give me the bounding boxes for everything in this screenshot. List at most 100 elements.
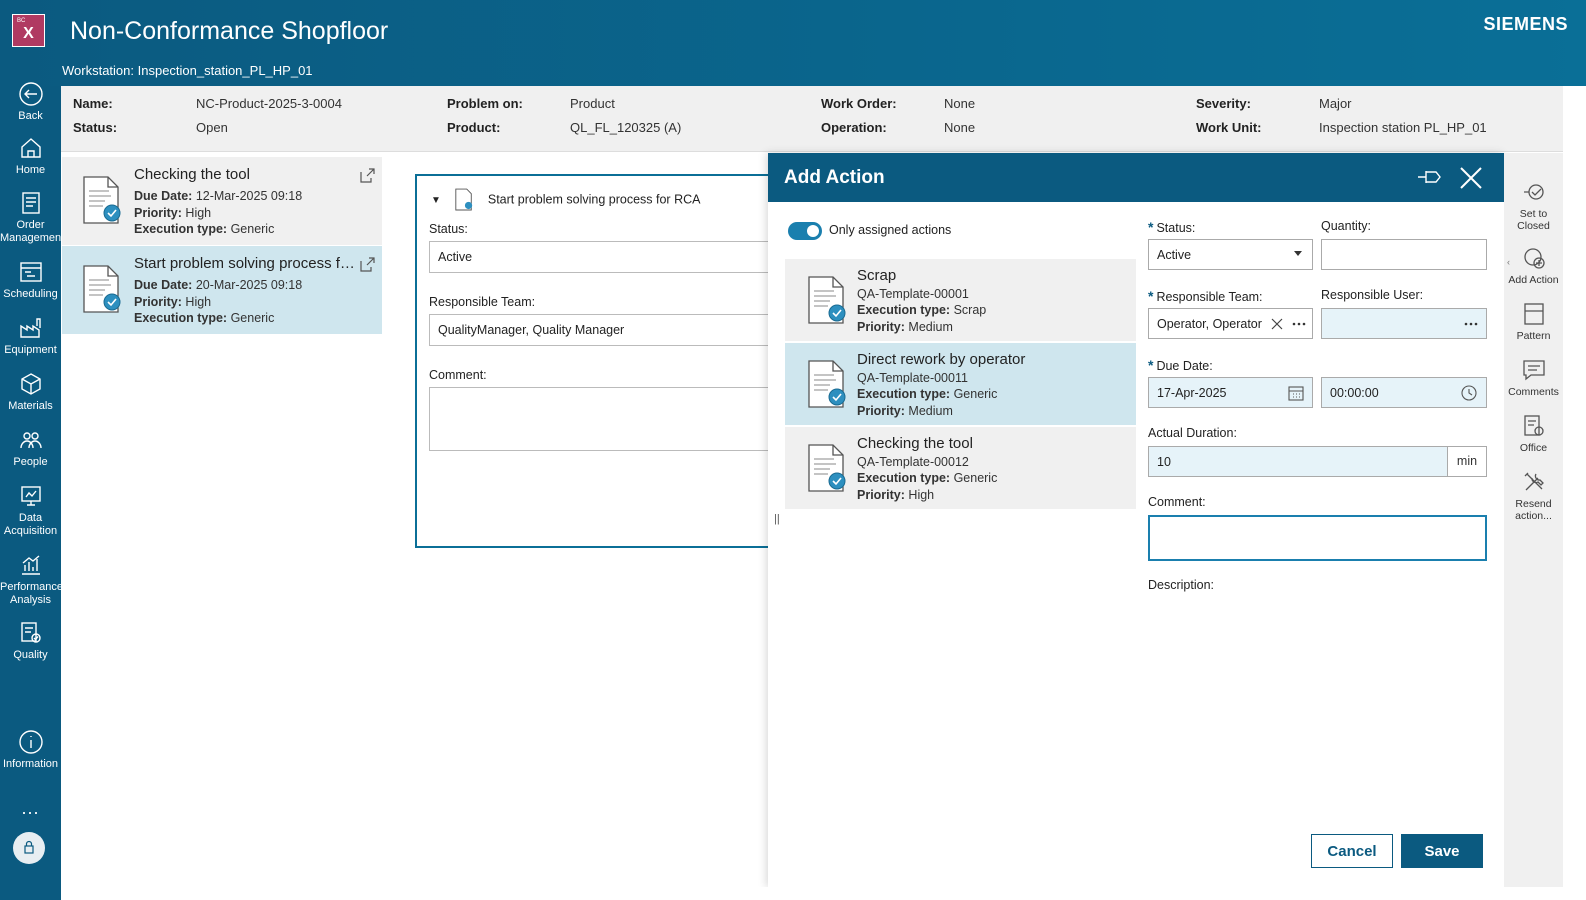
document-certificate-icon [808, 360, 846, 408]
action-title: Checking the tool [134, 166, 250, 183]
close-icon[interactable] [1458, 165, 1484, 191]
back-arrow-icon [18, 82, 43, 106]
user-lock-icon [24, 840, 34, 854]
performance-chart-icon [21, 555, 40, 575]
add-action-icon [1523, 248, 1545, 269]
clear-x-icon[interactable] [1268, 315, 1286, 333]
nav-data-acquisition[interactable]: Data Acquisition [0, 482, 61, 538]
severity-label: Severity: [1196, 96, 1251, 111]
detail-header[interactable]: ▼ Start problem solving process for RCA [431, 188, 700, 212]
collapse-triangle-icon[interactable]: ▼ [431, 195, 441, 206]
cancel-button[interactable]: Cancel [1311, 834, 1393, 868]
due-date-label: * Due Date: [1148, 357, 1213, 373]
app-title: Non-Conformance Shopfloor [70, 17, 389, 45]
panel-splitter-handle[interactable]: || [774, 513, 780, 525]
detail-comment-label: Comment: [429, 368, 487, 382]
status-dropdown[interactable]: Active [1148, 239, 1313, 270]
brand-logo: SIEMENS [1483, 14, 1568, 34]
nav-scheduling[interactable]: Scheduling [0, 258, 61, 301]
template-title: Direct rework by operator [857, 351, 1026, 368]
nav-people[interactable]: People [0, 426, 61, 469]
nav-more-button[interactable]: ... [0, 798, 61, 819]
user-avatar[interactable] [13, 832, 45, 864]
left-navigation: Back Home Order Management Scheduling Eq… [0, 82, 64, 900]
comments-icon [1522, 360, 1545, 381]
due-time-input[interactable]: 00:00:00 [1321, 377, 1487, 408]
dialog-header: Add Action [768, 153, 1504, 202]
duration-label: Actual Duration: [1148, 426, 1237, 440]
nav-order-management[interactable]: Order Management [0, 189, 64, 245]
duration-input[interactable]: 10 [1148, 446, 1448, 477]
detail-comment-field[interactable] [429, 387, 779, 451]
materials-cube-icon [20, 373, 41, 395]
comments-button[interactable]: Comments [1504, 357, 1563, 398]
dialog-title: Add Action [784, 167, 885, 188]
team-selector[interactable]: Operator, Operator [1148, 308, 1313, 339]
office-button[interactable]: Office [1504, 413, 1563, 454]
check-closed-icon [1523, 184, 1544, 200]
pin-icon[interactable] [1416, 167, 1442, 187]
people-icon [19, 432, 42, 449]
status-label: Status: [73, 120, 118, 135]
pattern-icon [1523, 303, 1544, 325]
due-date-input[interactable]: 17-Apr-2025 [1148, 377, 1313, 408]
open-external-icon[interactable] [358, 256, 376, 274]
work-order-label: Work Order: [821, 96, 897, 111]
information-icon [18, 730, 43, 754]
template-title: Checking the tool [857, 435, 973, 452]
only-assigned-toggle[interactable] [788, 222, 822, 240]
operation-value: None [944, 120, 976, 135]
document-certificate-icon [808, 276, 846, 324]
action-title: Start problem solving process fo... [134, 255, 360, 272]
name-value: NC-Product-2025-3-0004 [196, 96, 342, 111]
template-item[interactable]: Scrap QA-Template-00001 Execution type: … [785, 259, 1136, 341]
template-item[interactable]: Checking the tool QA-Template-00012 Exec… [785, 427, 1136, 509]
detail-status-field[interactable]: Active [429, 241, 779, 273]
document-certificate-icon [83, 176, 121, 224]
quantity-input[interactable] [1321, 239, 1487, 270]
office-document-gear-icon [1523, 415, 1544, 436]
user-selector[interactable] [1321, 308, 1487, 339]
action-detail-panel: ▼ Start problem solving process for RCA … [415, 174, 779, 548]
app-header: BC X Non-Conformance Shopfloor Workstatio… [0, 0, 1586, 86]
open-external-icon[interactable] [358, 167, 376, 185]
tools-icon [1524, 472, 1544, 491]
home-icon [20, 138, 41, 158]
calendar-icon[interactable] [1287, 384, 1305, 402]
quality-icon [20, 622, 41, 643]
nav-equipment[interactable]: Equipment [0, 314, 61, 357]
nav-quality[interactable]: Quality [0, 619, 61, 662]
detail-team-label: Responsible Team: [429, 295, 536, 309]
clock-icon[interactable] [1460, 384, 1478, 402]
nav-performance-analysis[interactable]: Performance Analysis [0, 551, 63, 607]
right-toolbar: Set to Closed Add Action ‹ Pattern Comme… [1504, 153, 1563, 887]
only-assigned-label: Only assigned actions [829, 223, 952, 237]
pattern-button[interactable]: Pattern [1504, 301, 1563, 342]
comment-label: Comment: [1148, 495, 1206, 509]
comment-textarea[interactable] [1148, 515, 1487, 561]
more-dots-icon[interactable] [1290, 315, 1308, 333]
more-dots-icon[interactable] [1462, 315, 1480, 333]
save-button[interactable]: Save [1401, 834, 1483, 868]
detail-team-field[interactable]: QualityManager, Quality Manager [429, 314, 779, 346]
set-to-closed-button[interactable]: Set to Closed [1504, 179, 1563, 232]
nav-back[interactable]: Back [0, 80, 61, 123]
nc-info-bar: Name: NC-Product-2025-3-0004 Status: Ope… [61, 86, 1563, 152]
chevron-left-icon: ‹ [1507, 257, 1510, 267]
status-value: Open [196, 120, 228, 135]
add-action-button[interactable]: Add Action [1504, 245, 1563, 286]
document-certificate-icon [808, 444, 846, 492]
nav-information[interactable]: Information [0, 728, 61, 771]
detail-status-label: Status: [429, 222, 468, 236]
product-value: QL_FL_120325 (A) [570, 120, 682, 135]
action-list-item-selected[interactable]: Start problem solving process fo... Due … [62, 246, 382, 334]
nav-materials[interactable]: Materials [0, 370, 61, 413]
template-item-selected[interactable]: Direct rework by operator QA-Template-00… [785, 343, 1136, 425]
equipment-icon [19, 318, 41, 338]
resend-action-button[interactable]: Resend action... [1504, 469, 1563, 522]
workstation-label: Workstation: Inspection_station_PL_HP_01 [62, 63, 313, 78]
template-title: Scrap [857, 267, 897, 284]
nav-home[interactable]: Home [0, 134, 61, 177]
action-list-item[interactable]: Checking the tool Due Date: 12-Mar-2025 … [62, 157, 382, 245]
add-action-dialog: Add Action Only assigned actions Scrap Q… [768, 153, 1504, 887]
